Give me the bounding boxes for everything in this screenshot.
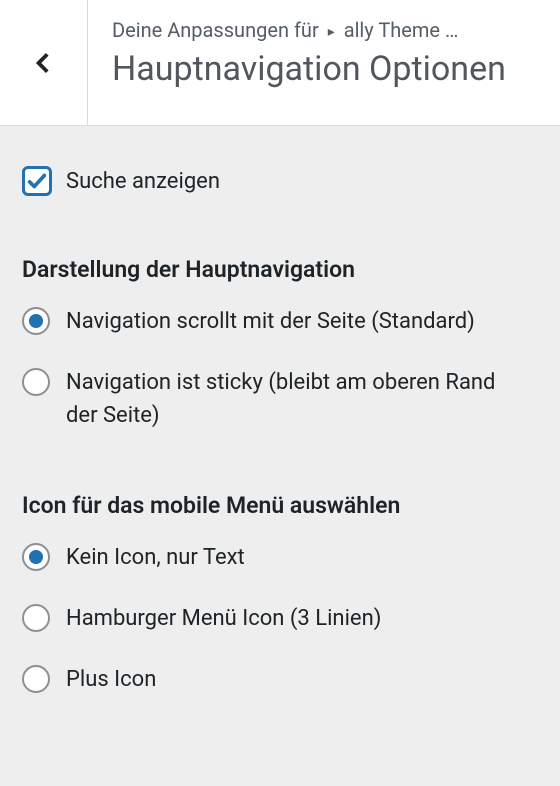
show-search-label: Suche anzeigen [66,169,220,194]
mobile-icon-option-text[interactable]: Kein Icon, nur Text [22,541,538,574]
mobile-icon-option-hamburger[interactable]: Hamburger Menü Icon (3 Linien) [22,602,538,635]
radio-label: Kein Icon, nur Text [66,541,245,574]
customizer-header: Deine Anpassungen für ▸ ally Theme … Hau… [0,0,560,126]
show-search-checkbox[interactable] [22,166,52,196]
radio-button[interactable] [22,307,50,335]
nav-display-option-sticky[interactable]: Navigation ist sticky (bleibt am oberen … [22,366,538,432]
nav-display-section: Darstellung der Hauptnavigation Navigati… [22,256,538,432]
check-icon [26,170,48,192]
radio-label: Navigation scrollt mit der Seite (Standa… [66,305,475,338]
header-title-col: Deine Anpassungen für ▸ ally Theme … Hau… [88,0,560,125]
show-search-row[interactable]: Suche anzeigen [22,166,538,196]
breadcrumb-prefix: Deine Anpassungen für [112,18,319,42]
mobile-icon-title: Icon für das mobile Menü auswählen [22,492,538,519]
radio-label: Hamburger Menü Icon (3 Linien) [66,602,381,635]
breadcrumb: Deine Anpassungen für ▸ ally Theme … [112,18,536,42]
page-title: Hauptnavigation Optionen [112,48,536,91]
nav-display-option-scroll[interactable]: Navigation scrollt mit der Seite (Standa… [22,305,538,338]
nav-display-title: Darstellung der Hauptnavigation [22,256,538,283]
customizer-content: Suche anzeigen Darstellung der Hauptnavi… [0,126,560,696]
radio-button[interactable] [22,604,50,632]
radio-button[interactable] [22,665,50,693]
radio-button[interactable] [22,368,50,396]
mobile-icon-section: Icon für das mobile Menü auswählen Kein … [22,492,538,696]
back-button[interactable] [0,0,88,125]
radio-label: Plus Icon [66,663,156,696]
radio-label: Navigation ist sticky (bleibt am oberen … [66,366,526,432]
breadcrumb-theme: ally Theme … [344,18,459,42]
chevron-left-icon [31,50,57,76]
radio-button[interactable] [22,543,50,571]
breadcrumb-separator-icon: ▸ [328,24,335,40]
mobile-icon-option-plus[interactable]: Plus Icon [22,663,538,696]
